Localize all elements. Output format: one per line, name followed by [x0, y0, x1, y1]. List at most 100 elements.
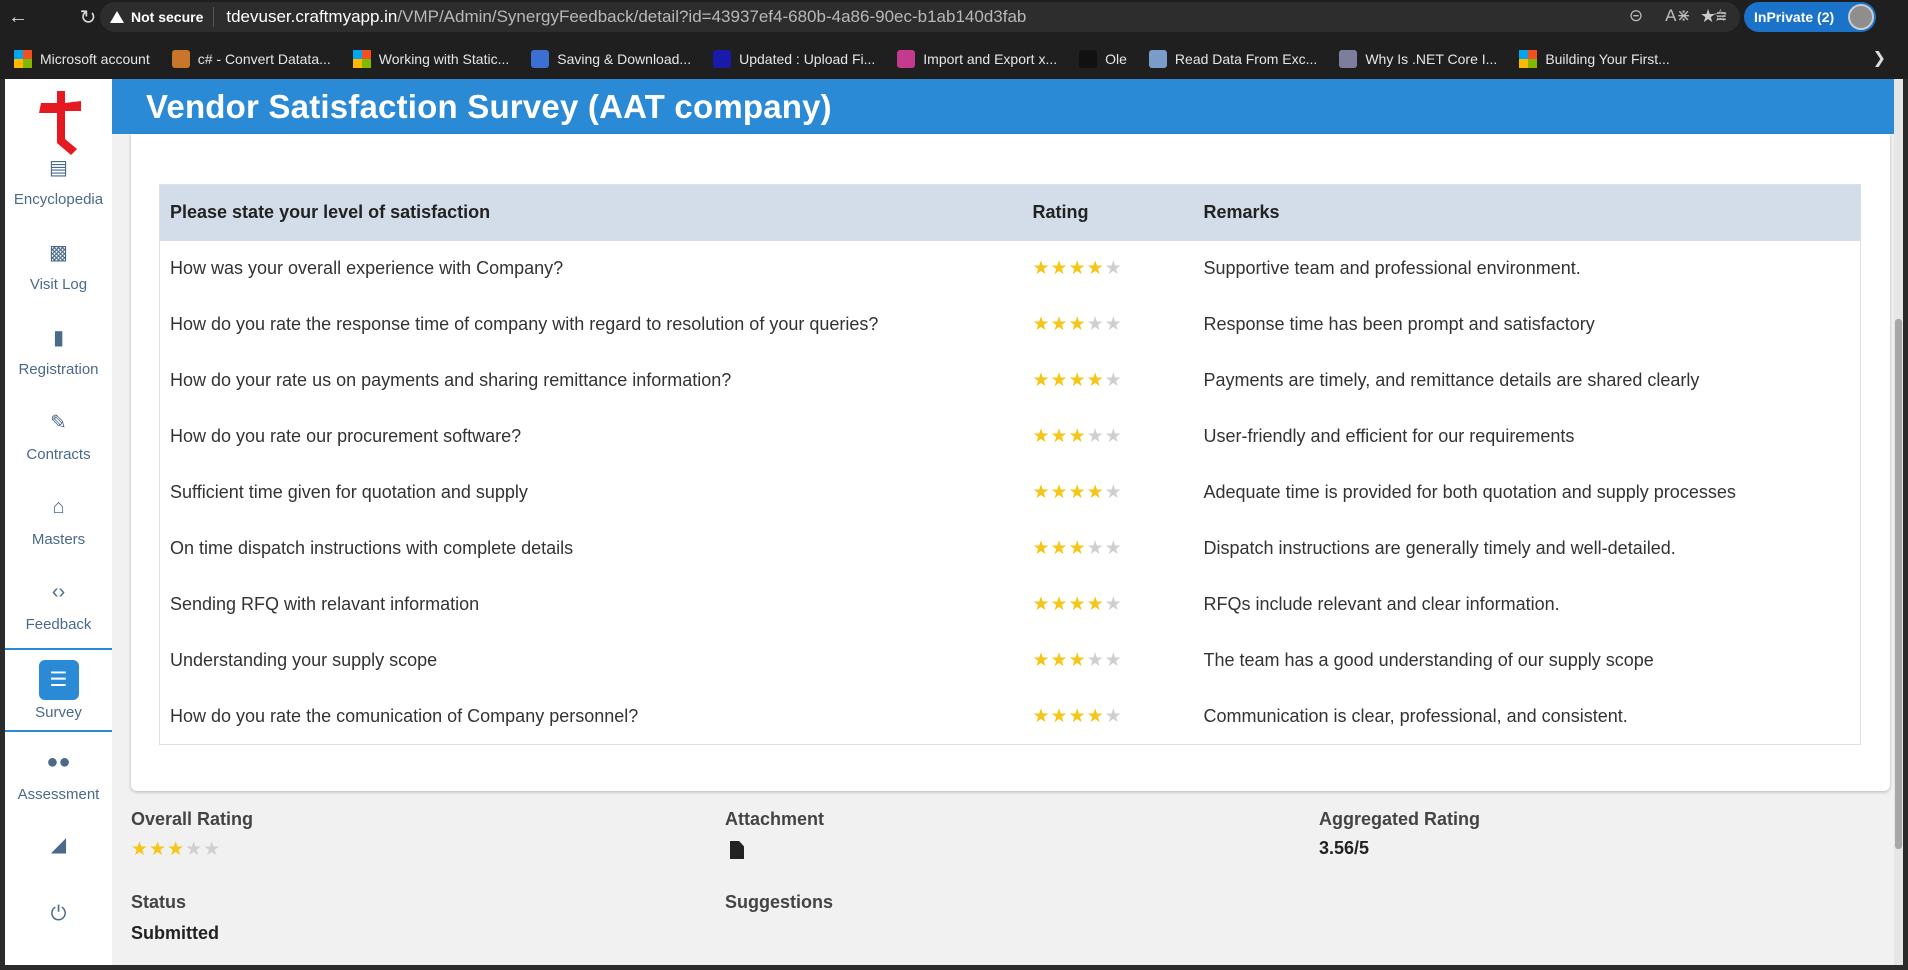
warning-icon: [110, 11, 124, 23]
status-label: Status: [131, 892, 187, 912]
sidebar-item-chart[interactable]: ◢: [5, 819, 112, 879]
microsoft-icon: [1519, 50, 1538, 68]
page-title: Vendor Satisfaction Survey (AAT company): [146, 88, 832, 125]
star-icon: ★: [1032, 650, 1050, 671]
suggestions-label: Suggestions: [725, 892, 834, 912]
survey-card: Please state your level of satisfaction …: [131, 134, 1890, 791]
star-icon: ★: [1086, 482, 1104, 503]
star-icon: ★: [1032, 426, 1050, 447]
overall-rating-stars: ★★★★★: [131, 840, 221, 860]
bookmark-label: c# - Convert Datata...: [197, 51, 331, 67]
scrollbar-thumb[interactable]: [1895, 319, 1902, 849]
bookmark-item[interactable]: Working with Static...: [352, 50, 509, 68]
not-secure-label: Not secure: [131, 9, 204, 25]
table-row: How do your rate us on payments and shar…: [160, 353, 1861, 409]
favorites-icon[interactable]: ★≡: [1700, 6, 1727, 27]
table-row: Sufficient time given for quotation and …: [160, 465, 1861, 521]
security-indicator[interactable]: Not secure: [100, 7, 215, 27]
star-icon: ★: [1032, 314, 1050, 335]
url-text[interactable]: tdevuser.craftmyapp.in/VMP/Admin/Synergy…: [214, 7, 1026, 27]
bookmark-item[interactable]: Why Is .NET Core I...: [1339, 50, 1497, 68]
app-area: ▤ Encyclopedia ▩ Visit Log ▮ Registration ✎ Con…: [5, 79, 1903, 965]
scrollbar[interactable]: [1894, 79, 1903, 965]
star-icon: ★: [1086, 258, 1104, 279]
bookmark-label: Why Is .NET Core I...: [1365, 51, 1498, 67]
sidebar-item-visit-log[interactable]: ▩ Visit Log: [5, 224, 112, 308]
sidebar-item-assessment[interactable]: ●● Assessment: [5, 734, 112, 818]
star-icon: ★: [1104, 370, 1122, 391]
star-icon: ★: [167, 839, 185, 860]
star-icon: ★: [1086, 594, 1104, 615]
star-icon: ★: [1050, 426, 1068, 447]
star-icon: ★: [1086, 314, 1104, 335]
b-icon: [713, 50, 732, 68]
table-row: How was your overall experience with Com…: [160, 241, 1861, 297]
star-icon: ★: [1086, 705, 1104, 727]
home-icon: ⌂: [52, 496, 65, 518]
bookmarks-bar: Microsoft account c# - Convert Datata... W…: [0, 44, 1908, 74]
microsoft-icon: [352, 50, 371, 68]
star-icon: ★: [1050, 650, 1068, 671]
attachment-label: Attachment: [725, 809, 825, 829]
zoom-icon[interactable]: ⊝: [1629, 6, 1643, 26]
sidebar-item-label: Registration: [18, 360, 99, 378]
url-host: tdevuser.craftmyapp.in: [226, 7, 398, 26]
column-header-question: Please state your level of satisfaction: [170, 202, 491, 223]
bookmark-label: Microsoft account: [40, 51, 150, 67]
sidebar-item-masters[interactable]: ⌂ Masters: [5, 479, 112, 563]
rating-stars: ★★★★★: [1023, 521, 1194, 577]
remark-cell: Dispatch instructions are generally time…: [1203, 538, 1676, 558]
sidebar-item-feedback[interactable]: ‹› Feedback: [5, 564, 112, 648]
sidebar-item-survey[interactable]: ☰ Survey: [5, 648, 112, 732]
sidebar-item-label: Contracts: [26, 445, 91, 463]
sidebar-item-label: Visit Log: [29, 275, 88, 293]
star-icon: ★: [1050, 482, 1068, 503]
bookmark-item[interactable]: Import and Export x...: [897, 50, 1057, 68]
power-icon: ⏻: [50, 902, 67, 925]
sidebar-item-power[interactable]: ⏻: [5, 889, 112, 949]
bookmark-item[interactable]: c# - Convert Datata...: [171, 50, 331, 68]
address-bar[interactable]: Not secure tdevuser.craftmyapp.in/VMP/Ad…: [100, 2, 1740, 32]
sidebar-item-label: Feedback: [25, 615, 92, 633]
bookmark-item[interactable]: Ole: [1079, 50, 1127, 68]
sidebar-item-contracts[interactable]: ✎ Contracts: [5, 394, 112, 478]
bookmark-item[interactable]: Building Your First...: [1519, 50, 1670, 68]
bookmark-item[interactable]: Updated : Upload Fi...: [713, 50, 875, 68]
inprivate-button[interactable]: InPrivate (2): [1744, 2, 1876, 32]
star-icon: ★: [1032, 482, 1050, 503]
table-header-row: Please state your level of satisfaction …: [159, 184, 1861, 241]
java-icon: [171, 50, 190, 68]
star-icon: ★: [1032, 594, 1050, 615]
sidebar-item-encyclopedia[interactable]: ▤ Encyclopedia: [5, 139, 112, 223]
bookmark-item[interactable]: Saving & Download...: [531, 50, 691, 68]
status-value: Submitted: [131, 923, 219, 943]
bookmark-item[interactable]: Microsoft account: [14, 50, 150, 68]
sidebar-item-label: Masters: [31, 530, 86, 548]
file-icon: ▮: [52, 327, 64, 349]
star-icon: ★: [1104, 594, 1122, 615]
edit-icon: ✎: [50, 412, 67, 434]
question-cell: How do you rate our procurement software…: [170, 426, 522, 446]
star-icon: ★: [1068, 258, 1086, 279]
file-icon[interactable]: [730, 841, 744, 859]
rating-stars: ★★★★★: [1023, 297, 1194, 353]
column-header-remarks: Remarks: [1203, 202, 1280, 223]
question-cell: Sending RFQ with relavant information: [170, 594, 480, 614]
remark-cell: RFQs include relevant and clear informat…: [1203, 594, 1560, 614]
star-icon: ★: [1068, 482, 1086, 503]
sidebar-item-registration[interactable]: ▮ Registration: [5, 309, 112, 393]
back-icon[interactable]: ←: [0, 0, 36, 34]
table-row: Understanding your supply scope ★★★★★ The …: [160, 633, 1861, 689]
star-icon: ★: [1104, 705, 1122, 727]
t-icon: [897, 50, 916, 68]
sidebar-item-label: Survey: [35, 703, 82, 721]
read-aloud-icon[interactable]: A⋇: [1665, 6, 1691, 26]
table-row: How do you rate the comunication of Comp…: [160, 689, 1861, 745]
bookmark-item[interactable]: Read Data From Exc...: [1148, 50, 1317, 68]
star-icon: ★: [1068, 370, 1086, 391]
chevron-right-icon[interactable]: ❯: [1873, 48, 1886, 68]
question-cell: How was your overall experience with Com…: [170, 258, 564, 278]
star-icon: ★: [1104, 650, 1122, 671]
question-cell: How do your rate us on payments and shar…: [170, 370, 732, 390]
star-icon: ★: [131, 839, 149, 860]
